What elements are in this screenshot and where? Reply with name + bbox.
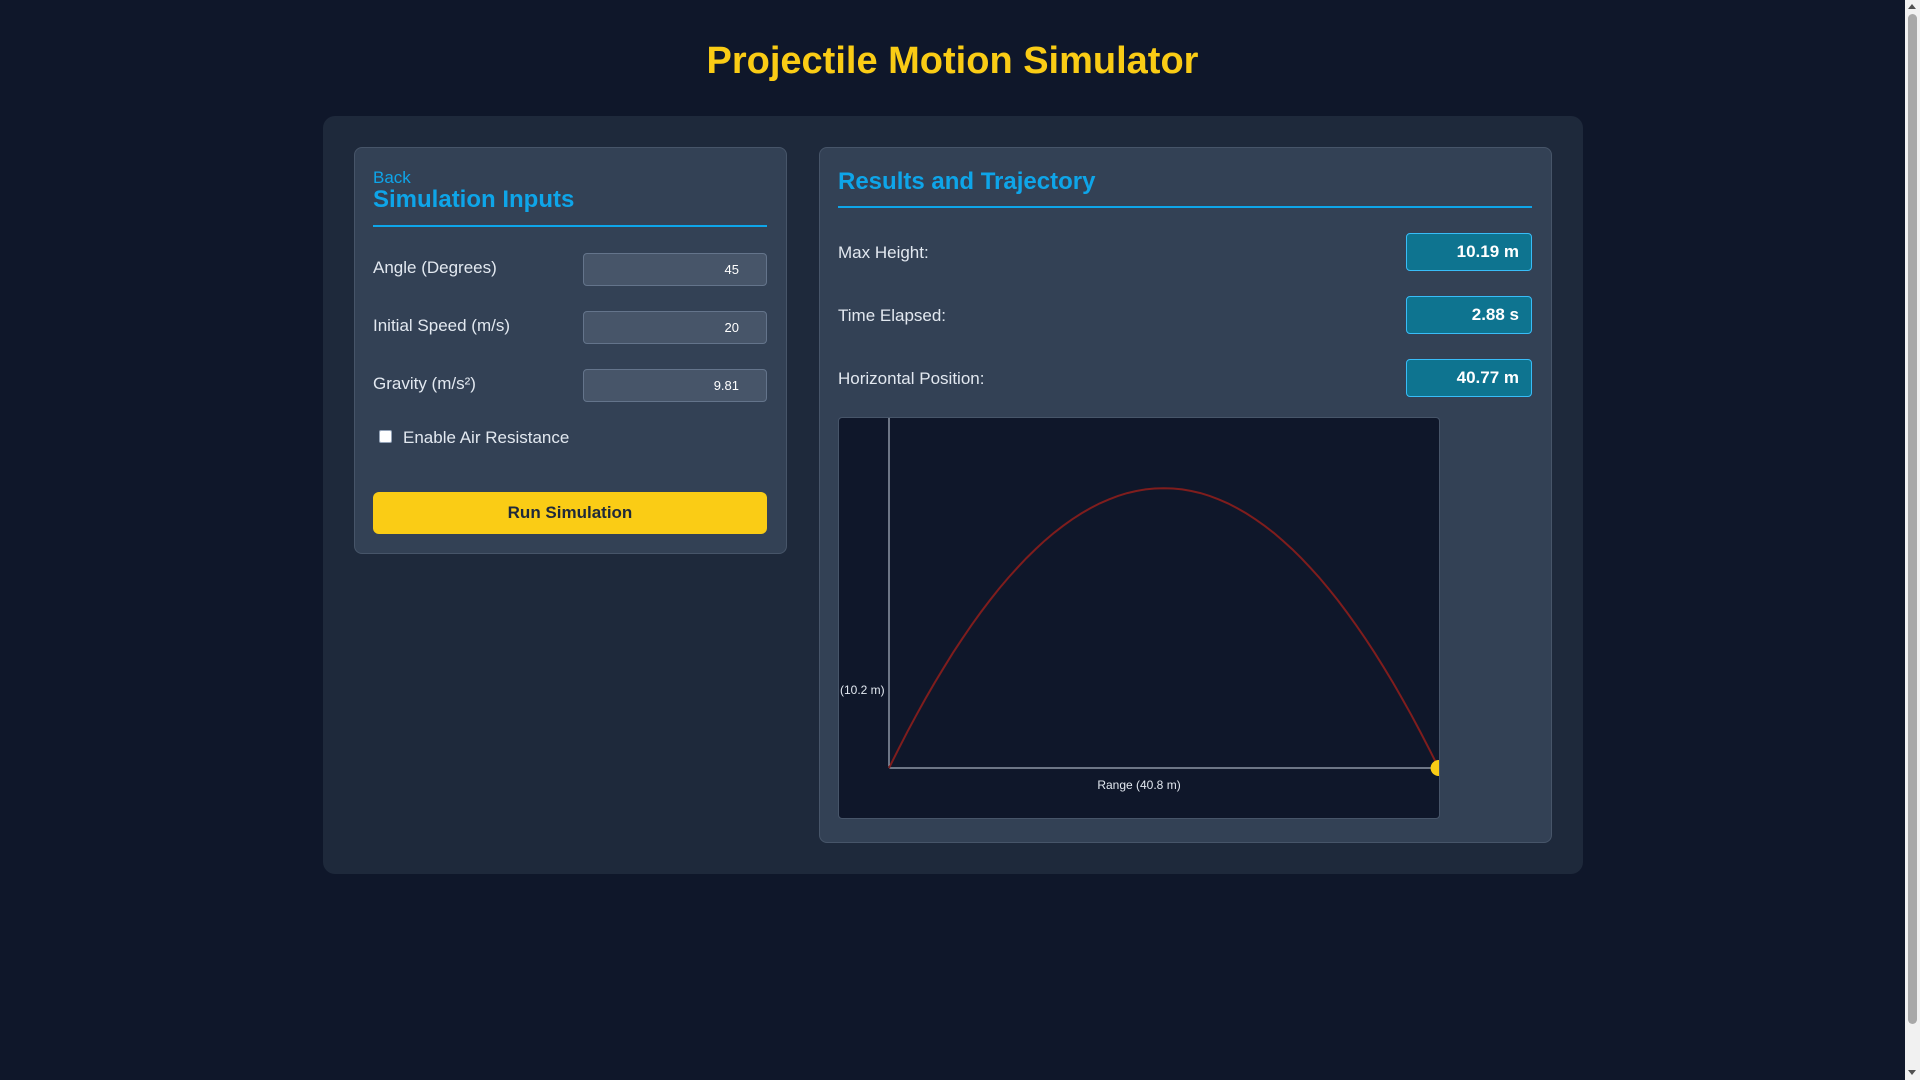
projectile-marker: [1430, 760, 1439, 776]
app-page: Projectile Motion Simulator Back Simulat…: [0, 0, 1920, 1080]
max-height-value: 10.19 m: [1406, 233, 1532, 271]
angle-label: Angle (Degrees): [373, 258, 497, 277]
simulation-inputs-panel: Back Simulation Inputs Angle (Degrees) I…: [354, 147, 787, 554]
results-heading-divider: [838, 206, 1532, 208]
initial-speed-input[interactable]: [583, 311, 767, 344]
x-axis-label: Range (40.8 m): [1097, 778, 1180, 792]
scroll-up-arrow-icon[interactable]: [1908, 4, 1916, 9]
initial-speed-label: Initial Speed (m/s): [373, 316, 510, 335]
air-resistance-checkbox[interactable]: [379, 430, 392, 443]
results-panel: Results and Trajectory Max Height: 10.19…: [819, 147, 1552, 843]
inputs-heading-divider: [373, 225, 767, 227]
trajectory-chart: (10.2 m) Range (40.8 m): [840, 418, 1439, 792]
horizontal-position-label: Horizontal Position:: [838, 369, 985, 388]
scrollbar-thumb[interactable]: [1908, 14, 1917, 1024]
angle-input[interactable]: [583, 253, 767, 286]
time-elapsed-label: Time Elapsed:: [838, 306, 947, 325]
run-simulation-button[interactable]: Run Simulation: [373, 492, 767, 534]
page-title: Projectile Motion Simulator: [706, 40, 1199, 82]
time-elapsed-value: 2.88 s: [1406, 296, 1532, 334]
back-link[interactable]: Back: [373, 168, 411, 188]
trajectory-plot: (10.2 m) Range (40.8 m): [838, 417, 1440, 819]
gravity-input[interactable]: [583, 369, 767, 402]
page-scrollbar[interactable]: [1905, 0, 1920, 1080]
inputs-heading: Simulation Inputs: [373, 186, 575, 213]
max-height-label: Max Height:: [838, 243, 929, 262]
trajectory-curve: [888, 487, 1439, 769]
horizontal-position-value: 40.77 m: [1406, 359, 1532, 397]
results-heading: Results and Trajectory: [838, 168, 1096, 195]
air-resistance-label: Enable Air Resistance: [403, 428, 570, 447]
y-axis-label: (10.2 m): [840, 683, 885, 697]
gravity-label: Gravity (m/s²): [373, 374, 476, 393]
scroll-down-arrow-icon[interactable]: [1908, 1070, 1916, 1075]
